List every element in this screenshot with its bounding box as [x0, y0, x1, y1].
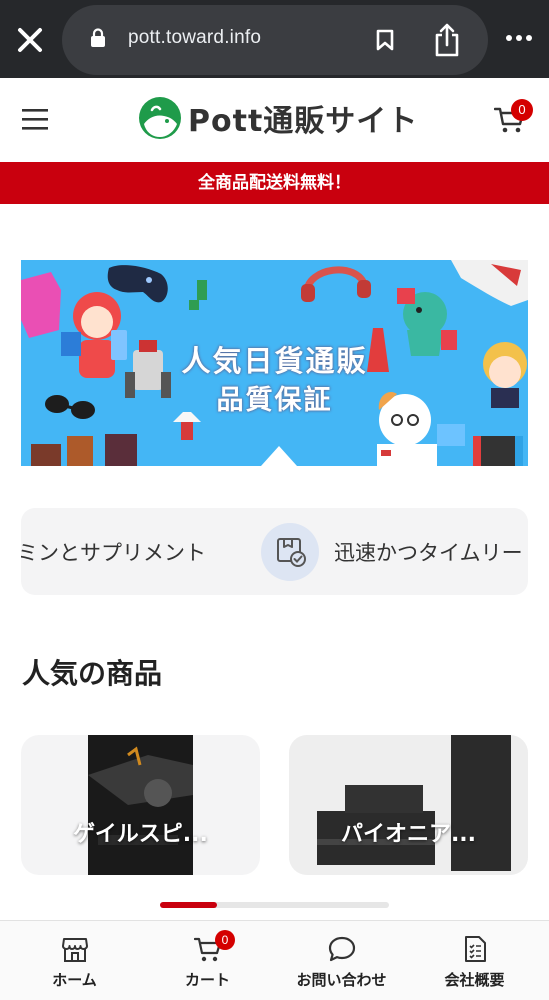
store-icon — [62, 938, 88, 962]
nav-item-contact[interactable]: お問い合わせ — [273, 921, 410, 1000]
product-image — [289, 735, 528, 875]
nav-label: ホーム — [52, 971, 97, 989]
hero-subheadline: 品質保証 — [216, 385, 333, 416]
feature-item-label: 迅速かつタイムリー — [334, 541, 523, 565]
package-check-icon — [277, 538, 306, 567]
document-icon — [465, 936, 486, 962]
cart-count-badge: 0 — [215, 930, 235, 950]
close-icon[interactable] — [14, 24, 46, 56]
product-card[interactable]: ゲイルスピ... — [21, 735, 260, 875]
nav-item-cart[interactable]: 0 カート — [139, 921, 276, 1000]
nav-label: カート — [184, 971, 230, 989]
nav-item-home[interactable]: ホーム — [6, 921, 143, 1000]
product-name[interactable]: パイオニア... — [289, 816, 528, 848]
cart-count-badge: 0 — [511, 99, 533, 121]
carousel-scroll-thumb[interactable] — [160, 902, 218, 908]
product-card[interactable]: パイオニア... — [289, 735, 528, 875]
carousel-scrollbar[interactable] — [160, 902, 389, 908]
nav-label: 会社概要 — [444, 971, 505, 989]
product-name[interactable]: ゲイルスピ... — [21, 816, 260, 848]
nav-item-company[interactable]: 会社概要 — [406, 921, 543, 1000]
url-text[interactable]: pott.toward.info — [128, 27, 261, 49]
share-icon[interactable] — [432, 23, 462, 57]
free-shipping-banner: 全商品配送料無料！ — [0, 162, 549, 204]
product-image — [88, 735, 193, 875]
more-icon[interactable] — [505, 30, 533, 46]
chat-icon — [328, 936, 356, 962]
logo-icon[interactable] — [138, 96, 182, 140]
logo-text[interactable]: Pott通販サイト — [188, 96, 418, 140]
nav-label: お問い合わせ — [296, 971, 387, 989]
feature-icon-badge — [261, 523, 319, 581]
hero-banner[interactable]: 人気日貨通販 品質保証 — [21, 260, 528, 466]
bookmark-icon[interactable] — [376, 29, 394, 51]
bottom-nav: ホーム 0 カート お問い合わせ 会社概要 — [0, 920, 549, 1000]
hero-headline: 人気日貨通販 — [181, 344, 368, 378]
menu-icon[interactable] — [22, 108, 48, 130]
address-bar[interactable]: pott.toward.info — [62, 5, 488, 75]
section-title: 人気の商品 — [22, 657, 163, 690]
site-header: Pott通販サイト 0 — [0, 78, 549, 162]
browser-toolbar: pott.toward.info — [0, 0, 549, 78]
feature-item-label: ミンとサプリメント — [21, 541, 206, 565]
feature-carousel[interactable]: ミンとサプリメント 迅速かつタイムリー — [21, 508, 528, 595]
lock-icon — [91, 28, 105, 47]
